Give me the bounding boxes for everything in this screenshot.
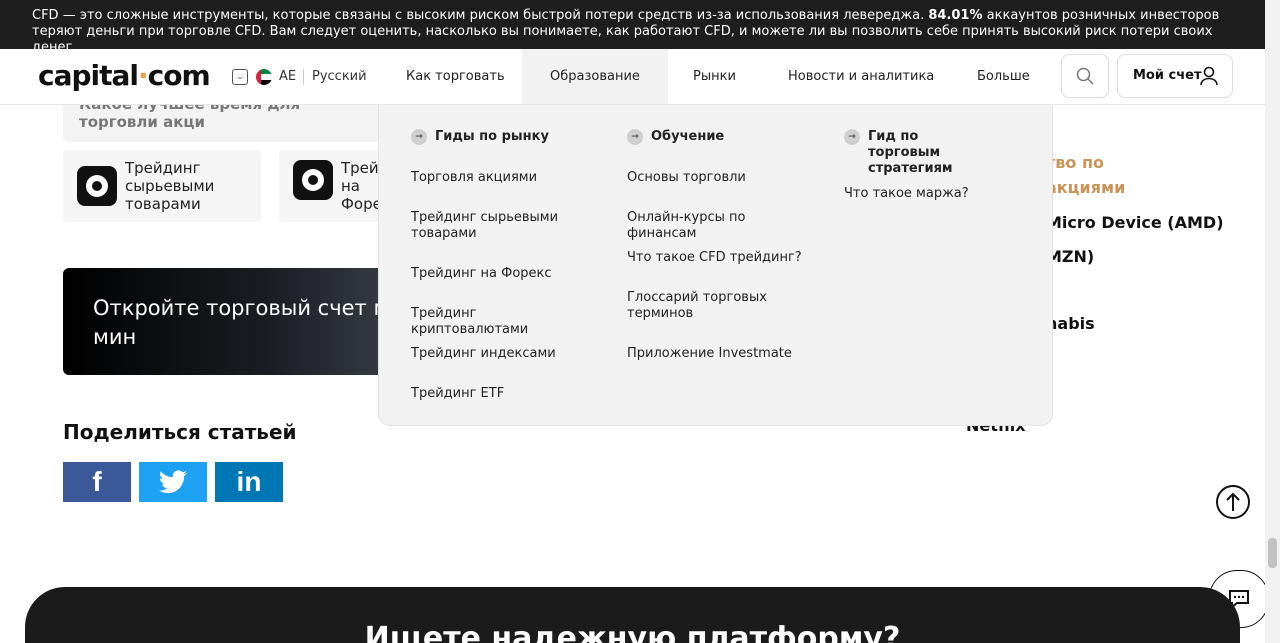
- twitter-share-button[interactable]: t: [139, 462, 207, 502]
- arrow-right-icon: →: [411, 129, 427, 145]
- menu-item[interactable]: Что такое CFD трейдинг?: [627, 250, 817, 266]
- facebook-share-button[interactable]: f: [63, 462, 131, 502]
- menu-column-learning: → Обучение Основы торговли Онлайн-курсы п…: [627, 129, 827, 361]
- share-title: Поделиться статьей: [63, 420, 297, 444]
- nav-news-analysis[interactable]: Новости и аналитика: [760, 49, 962, 104]
- nav-how-to-trade[interactable]: Как торговать: [378, 49, 533, 104]
- nav-markets[interactable]: Рынки: [665, 49, 764, 104]
- menu-item[interactable]: Глоссарий торговых терминов: [627, 290, 777, 322]
- linkedin-share-button[interactable]: in: [215, 462, 283, 502]
- divider: [303, 69, 304, 85]
- footer-promo: Ищете надежную платформу?: [25, 587, 1240, 643]
- column-heading[interactable]: → Гид по торговым стратегиям: [844, 129, 984, 177]
- menu-item[interactable]: Что такое маржа?: [844, 186, 994, 202]
- chevron-down-icon[interactable]: ⌄: [232, 69, 248, 85]
- menu-item[interactable]: Трейдинг на Форекс: [411, 266, 591, 282]
- menu-item[interactable]: Трейдинг индексами: [411, 346, 591, 362]
- facebook-icon: f: [92, 466, 102, 497]
- capital-logo-icon: [77, 166, 117, 206]
- language-selector[interactable]: Русский: [312, 69, 367, 84]
- search-icon: [1076, 67, 1094, 85]
- logo-part: capital: [38, 59, 139, 92]
- scrollbar[interactable]: [1265, 0, 1280, 643]
- uae-flag-icon[interactable]: [256, 69, 272, 85]
- menu-item[interactable]: Онлайн-курсы по финансам: [627, 210, 817, 242]
- linkedin-icon: in: [236, 466, 262, 497]
- menu-item[interactable]: Трейдинг ETF: [411, 386, 591, 402]
- arrow-up-icon: [1226, 492, 1240, 511]
- my-account-button[interactable]: Мой счет: [1117, 54, 1233, 98]
- site-header: capital·com ⌄ AE Русский Как торговать О…: [0, 49, 1265, 105]
- menu-item[interactable]: Трейдинг сырьевыми товарами: [411, 210, 591, 242]
- footer-heading: Ищете надежную платформу?: [364, 621, 901, 643]
- region-code[interactable]: AE: [279, 69, 296, 84]
- sidebar-heading: тво по акциями: [1046, 153, 1126, 197]
- logo-dot: ·: [138, 59, 149, 92]
- column-heading[interactable]: → Обучение: [627, 129, 827, 145]
- risk-text-before: CFD — это сложные инструменты, которые с…: [32, 8, 929, 23]
- logo-part: com: [147, 59, 211, 92]
- capital-logo-icon: [293, 160, 333, 200]
- search-button[interactable]: [1061, 54, 1109, 98]
- column-title: Обучение: [651, 129, 725, 144]
- menu-column-strategies: → Гид по торговым стратегиям Что такое ма…: [844, 129, 994, 201]
- cta-text: Откройте торговый счет ме мин: [93, 296, 403, 349]
- sidebar-link-amd[interactable]: Micro Device (AMD): [1046, 213, 1224, 232]
- education-dropdown-menu: → Гиды по рынку Торговля акциями Трейдинг…: [378, 105, 1053, 426]
- sidebar-link-amzn[interactable]: MZN): [1046, 247, 1094, 266]
- nav-more[interactable]: Больше: [949, 49, 1058, 104]
- menu-item[interactable]: Основы торговли: [627, 170, 817, 186]
- menu-item[interactable]: Приложение Investmate: [627, 346, 817, 362]
- account-label: Мой счет: [1133, 68, 1202, 83]
- arrow-right-icon: →: [627, 129, 643, 145]
- capital-com-logo[interactable]: capital·com: [38, 59, 211, 92]
- column-heading[interactable]: → Гиды по рынку: [411, 129, 601, 145]
- scroll-thumb[interactable]: [1268, 538, 1277, 568]
- menu-column-market-guides: → Гиды по рынку Торговля акциями Трейдинг…: [411, 129, 601, 401]
- user-icon: [1200, 66, 1218, 86]
- tile-label: Трейдинг сырьевыми товарами: [125, 159, 215, 213]
- scroll-to-top-button[interactable]: [1216, 485, 1250, 519]
- open-account-banner[interactable]: Откройте торговый счет ме мин: [63, 268, 403, 375]
- tile-commodities[interactable]: Трейдинг сырьевыми товарами: [63, 150, 261, 222]
- tile-forex[interactable]: Трейдинг на Форе: [279, 150, 389, 222]
- tile-label: Трейдинг на Форе: [341, 159, 381, 213]
- risk-percent: 84.01%: [928, 8, 983, 23]
- twitter-icon: [159, 470, 187, 494]
- menu-item[interactable]: Трейдинг криптовалютами: [411, 306, 591, 338]
- column-title: Гид по торговым стратегиям: [868, 129, 953, 176]
- sidebar-link-cannabis[interactable]: nabis: [1046, 314, 1095, 333]
- nav-education[interactable]: Образование: [522, 49, 668, 104]
- menu-item[interactable]: Торговля акциями: [411, 170, 591, 186]
- related-article-card[interactable]: Какое лучшее время для торговли акци: [63, 95, 383, 142]
- arrow-right-icon: →: [844, 129, 860, 145]
- column-title: Гиды по рынку: [435, 129, 549, 144]
- risk-warning-banner: CFD — это сложные инструменты, которые с…: [0, 0, 1265, 55]
